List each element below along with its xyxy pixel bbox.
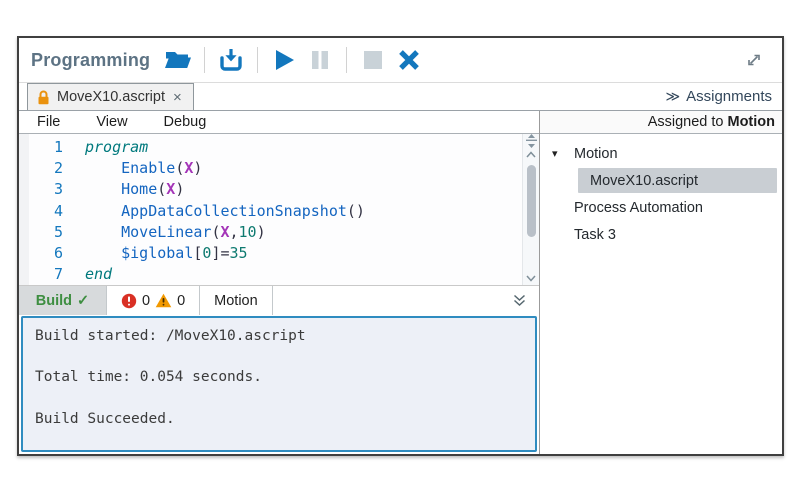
warning-triangle-icon (155, 293, 172, 308)
assigned-to-header: Assigned to Motion (540, 111, 782, 134)
document-tab-bar: MoveX10.ascript × ≫ Assignments (19, 83, 782, 111)
play-icon (272, 48, 296, 72)
abort-button[interactable] (391, 44, 427, 76)
code-line[interactable]: Enable(X) (85, 158, 522, 179)
toolbar: Programming (19, 38, 782, 83)
line-number: 1 (29, 137, 63, 158)
double-chevron-down-icon (512, 293, 527, 308)
tree-item-label: Task 3 (574, 227, 616, 243)
toolbar-separator (204, 47, 205, 73)
code-text[interactable]: program Enable(X) Home(X) AppDataCollect… (77, 134, 522, 285)
line-number: 2 (29, 158, 63, 179)
editor-pane: File View Debug 1234567 program Enable(X… (19, 111, 540, 454)
assignments-label: Assignments (686, 88, 772, 105)
screenshot-stage: Programming (0, 0, 800, 495)
assignments-toggle[interactable]: ≫ Assignments (665, 88, 772, 105)
line-number: 3 (29, 179, 63, 200)
motion-tab-label: Motion (214, 293, 258, 309)
editor-margin (19, 134, 29, 285)
split-handle-icon[interactable] (526, 134, 537, 148)
pause-button[interactable] (302, 44, 338, 76)
check-icon: ✓ (77, 293, 89, 309)
build-output-wrap: Build started: /MoveX10.ascript Total ti… (19, 315, 539, 454)
output-tab-bar: Build ✓ 0 (19, 285, 539, 315)
tree-item-label: Motion (574, 146, 618, 162)
assigned-to-prefix: Assigned to (648, 114, 724, 130)
open-button[interactable] (160, 44, 196, 76)
toolbar-separator (346, 47, 347, 73)
expand-window-button[interactable] (736, 44, 772, 76)
menu-file[interactable]: File (37, 114, 60, 130)
line-number: 6 (29, 243, 63, 264)
build-output-log: Build started: /MoveX10.ascript Total ti… (21, 316, 537, 452)
expand-diagonal-icon (745, 51, 763, 69)
assignments-tree: ▾Motion MoveX10.ascript Process Automation… (540, 134, 782, 248)
menu-debug[interactable]: Debug (164, 114, 207, 130)
editor-scrollbar[interactable] (522, 134, 539, 285)
save-tray-icon (218, 48, 244, 72)
stop-icon (363, 50, 383, 70)
code-line[interactable]: MoveLinear(X,10) (85, 222, 522, 243)
lock-icon (37, 90, 50, 105)
line-number: 4 (29, 201, 63, 222)
toolbar-separator (257, 47, 258, 73)
save-button[interactable] (213, 44, 249, 76)
menu-view[interactable]: View (96, 114, 127, 130)
assigned-to-target: Motion (727, 114, 775, 130)
menu-bar: File View Debug (19, 111, 539, 134)
line-number: 5 (29, 222, 63, 243)
folder-open-icon (164, 49, 192, 71)
run-button[interactable] (266, 44, 302, 76)
error-count: 0 (142, 293, 150, 309)
tree-item-process-automation[interactable]: Process Automation (540, 194, 782, 221)
tab-label: MoveX10.ascript (57, 89, 165, 105)
scroll-up-icon[interactable] (526, 148, 536, 161)
scrollbar-thumb[interactable] (527, 165, 536, 237)
main-area: File View Debug 1234567 program Enable(X… (19, 111, 782, 454)
stop-button[interactable] (355, 44, 391, 76)
code-line[interactable]: end (85, 264, 522, 285)
line-number: 7 (29, 264, 63, 285)
code-line[interactable]: Home(X) (85, 179, 522, 200)
pause-icon (309, 49, 331, 71)
tree-item-movex10-ascript[interactable]: MoveX10.ascript (578, 168, 777, 193)
tab-errors-warnings[interactable]: 0 0 (107, 286, 200, 315)
collapse-panel-button[interactable] (512, 293, 527, 308)
error-circle-icon (121, 293, 137, 309)
code-editor[interactable]: 1234567 program Enable(X) Home(X) AppDat… (19, 134, 539, 285)
tab-build[interactable]: Build ✓ (19, 286, 107, 315)
x-icon (397, 48, 421, 72)
tree-item-motion[interactable]: ▾Motion (540, 140, 782, 167)
tree-item-label: Process Automation (574, 200, 703, 216)
code-line[interactable]: $iglobal[0]=35 (85, 243, 522, 264)
programming-window: Programming (17, 36, 784, 456)
tree-expander-icon[interactable]: ▾ (552, 147, 574, 160)
double-chevron-right-icon: ≫ (665, 88, 679, 105)
tab-close-icon[interactable]: × (172, 89, 183, 106)
tree-item-task-3[interactable]: Task 3 (540, 221, 782, 248)
warning-count: 0 (177, 293, 185, 309)
tree-item-label: MoveX10.ascript (590, 173, 698, 189)
line-number-gutter: 1234567 (29, 134, 77, 285)
code-line[interactable]: program (85, 137, 522, 158)
page-title: Programming (31, 50, 150, 71)
assignments-pane: Assigned to Motion ▾MotionMoveX10.ascrip… (540, 111, 782, 454)
scroll-down-icon[interactable] (526, 272, 536, 285)
code-line[interactable]: AppDataCollectionSnapshot() (85, 201, 522, 222)
tab-movex10-ascript[interactable]: MoveX10.ascript × (27, 83, 194, 110)
tab-motion[interactable]: Motion (200, 286, 273, 315)
build-tab-label: Build (36, 293, 72, 309)
